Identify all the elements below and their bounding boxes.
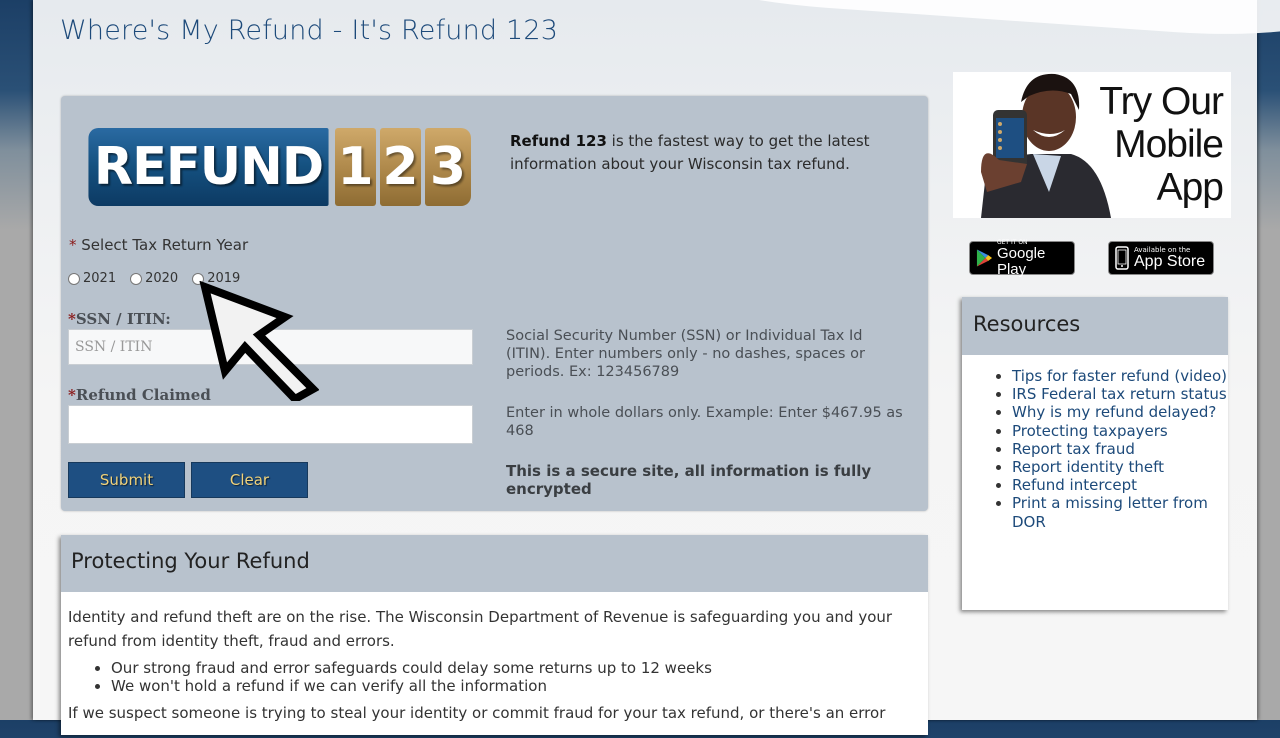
resource-link-report-tax-fraud[interactable]: Report tax fraud [1012,440,1135,458]
refund-form-panel: REFUND 1 2 3 Refund 123 is the fastest w… [61,96,928,511]
google-play-icon [976,249,993,267]
ssn-label: *SSN / ITIN: [68,310,171,328]
refund-help-text: Enter in whole dollars only. Example: En… [506,405,903,439]
secure-site-note: This is a secure site, all information i… [506,462,872,498]
ssn-placeholder: SSN / ITIN [75,339,153,355]
protecting-refund-panel: Protecting Your Refund Identity and refu… [61,535,928,735]
protecting-bullet: Our strong fraud and error safeguards co… [111,659,921,677]
ssn-label-text: SSN / ITIN: [75,310,171,328]
refund123-logo: REFUND 1 2 3 [86,128,471,206]
ssn-help-text: Social Security Number (SSN) or Individu… [506,328,865,380]
app-store-badge[interactable]: Available on the App Store [1108,241,1214,275]
logo-word: REFUND [88,128,329,206]
radio-2020[interactable] [130,272,143,285]
resource-link-irs-status[interactable]: IRS Federal tax return status [1012,385,1227,403]
app-store-big-text: App Store [1134,252,1206,270]
page-title: Where's My Refund - It's Refund 123 [60,15,559,46]
resource-link-refund-intercept[interactable]: Refund intercept [1012,476,1137,494]
logo-digit-1: 1 [335,128,376,206]
required-asterisk: * [68,310,76,328]
mobile-app-ad[interactable]: Try Our Mobile App [953,72,1231,218]
resource-item: Tips for faster refund (video) [1012,367,1228,385]
logo-digit-2: 2 [380,128,421,206]
protecting-cutoff-text: If we suspect someone is trying to steal… [68,704,886,722]
resource-link-tips-video[interactable]: Tips for faster refund (video) [1012,367,1227,385]
year-option-2021[interactable]: 2021 [68,271,116,286]
intro-bold: Refund 123 [510,132,607,150]
resource-link-report-identity-theft[interactable]: Report identity theft [1012,458,1164,476]
ad-text: Try Our Mobile App [1099,80,1224,209]
resource-item: Protecting taxpayers [1012,422,1228,440]
refund-claimed-label: *Refund Claimed [68,386,211,404]
resource-item: Refund intercept [1012,476,1228,494]
resource-item: IRS Federal tax return status [1012,385,1228,403]
radio-2021[interactable] [68,272,80,285]
resource-link-missing-letter[interactable]: Print a missing letter from DOR [1012,494,1208,530]
resources-panel: Resources Tips for faster refund (video)… [962,297,1228,610]
year-option-2020[interactable]: 2020 [130,271,178,286]
resources-title: Resources [962,297,1228,355]
google-play-badge[interactable]: GET IT ON Google Play [969,239,1075,278]
submit-button[interactable]: Submit [68,462,185,498]
ad-line-1: Try Our [1099,80,1224,123]
required-asterisk: * [68,386,76,404]
resources-list: Tips for faster refund (video) IRS Feder… [962,367,1228,531]
resource-link-refund-delayed[interactable]: Why is my refund delayed? [1012,403,1216,421]
protecting-intro: Identity and refund theft are on the ris… [68,608,893,650]
iphone-icon [1115,246,1129,270]
resource-item: Why is my refund delayed? [1012,403,1228,421]
protecting-refund-title: Protecting Your Refund [61,535,928,592]
protecting-bullet: We won't hold a refund if we can verify … [111,677,921,695]
required-asterisk: * [69,236,77,254]
google-play-big-text: Google Play [996,244,1046,278]
tax-year-label-text: Select Tax Return Year [81,236,249,254]
clear-button[interactable]: Clear [191,462,308,498]
header-swoosh [651,0,1280,45]
protecting-bullets: Our strong fraud and error safeguards co… [68,659,921,695]
logo-digit-3: 3 [425,128,471,206]
protecting-refund-body: Identity and refund theft are on the ris… [61,592,928,738]
resource-link-protecting-taxpayers[interactable]: Protecting taxpayers [1012,422,1168,440]
year-label-2020: 2020 [145,271,179,286]
mouse-pointer-arrow-icon [199,281,319,401]
refund-claimed-label-text: Refund Claimed [75,386,211,404]
ad-line-3: App [1156,166,1224,209]
tax-year-label: * Select Tax Return Year [69,236,248,254]
intro-text: Refund 123 is the fastest way to get the… [510,130,910,176]
refund-claimed-input[interactable] [68,405,473,444]
ad-line-2: Mobile [1114,123,1224,166]
year-label-2021: 2021 [83,271,117,286]
resource-item: Report tax fraud [1012,440,1228,458]
resource-item: Print a missing letter from DOR [1012,494,1228,530]
resource-item: Report identity theft [1012,458,1228,476]
